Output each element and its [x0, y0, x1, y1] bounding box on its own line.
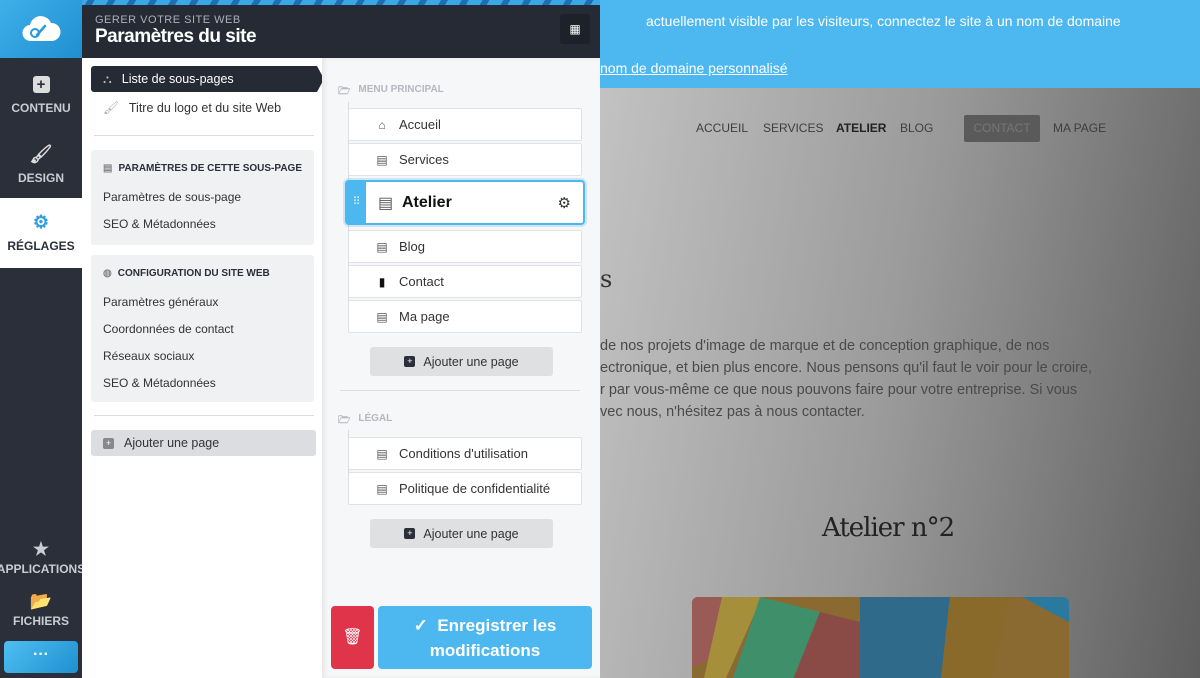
site-nav-accueil[interactable]: ACCUEIL [696, 121, 748, 135]
app-rail: + CONTENU 🖌 DESIGN ⚙ RÉGLAGES ★ APPLICATIONS… [0, 0, 85, 678]
link-general-settings[interactable]: Paramètres généraux [91, 289, 314, 316]
plus-square-icon: + [404, 356, 416, 367]
divider [94, 135, 314, 136]
site-nav-contact[interactable]: CONTACT [964, 115, 1040, 142]
rail-item-applications[interactable]: ★ APPLICATIONS [0, 536, 85, 580]
link-subpage-seo[interactable]: SEO & Métadonnées [91, 211, 314, 238]
plus-square-icon: + [32, 75, 50, 93]
delete-button[interactable]: 🗑 [331, 606, 374, 669]
folder-icon: 🗁 [338, 86, 351, 97]
sitemap-icon: ⛬ [103, 71, 112, 86]
domain-banner: actuellement visible par les visiteurs, … [600, 0, 1200, 88]
add-legal-page-button[interactable]: + Ajouter une page [370, 519, 553, 548]
trash-icon: 🗑 [342, 629, 363, 646]
heading-fragment: s [600, 265, 613, 293]
pages-panel: 🗁 MENU PRINCIPAL ⌂ Accueil ▤ Services ⠿ ▤ A… [322, 58, 600, 678]
document-icon: ▤ [376, 309, 388, 324]
cloud-logo-icon [22, 16, 61, 42]
site-nav-blog[interactable]: BLOG [900, 121, 933, 135]
stripe-decoration [82, 0, 646, 5]
document-icon: ▤ [376, 446, 388, 461]
page-item-privacy[interactable]: ▤ Politique de confidentialité [348, 472, 582, 505]
divider [340, 390, 580, 391]
document-icon: ▤ [103, 163, 113, 174]
page-item-contact[interactable]: ▮ Contact [348, 265, 582, 298]
qr-code-icon[interactable]: ▦ [560, 14, 590, 44]
header-kicker: GERER VOTRE SITE WEB [95, 14, 241, 26]
intro-paragraph: de nos projets d'image de marque et de c… [600, 338, 1093, 420]
globe-icon: ◍ [103, 268, 112, 279]
plus-square-icon: + [404, 528, 416, 539]
link-social-networks[interactable]: Réseaux sociaux [91, 343, 314, 370]
site-preview: actuellement visible par les visiteurs, … [600, 0, 1200, 678]
folder-icon: 📂 [29, 591, 53, 611]
site-config-box: ◍ CONFIGURATION DU SITE WEB Paramètres gé… [91, 255, 314, 402]
plus-square-icon: + [103, 437, 114, 449]
rail-item-design[interactable]: 🖌 DESIGN [0, 132, 82, 198]
link-subpage-settings[interactable]: Paramètres de sous-page [91, 184, 314, 211]
divider [94, 415, 314, 416]
page-item-ma-page[interactable]: ▤ Ma page [348, 300, 582, 333]
section-title: Atelier n°2 [822, 513, 955, 543]
save-button[interactable]: ✓ Enregistrer les modifications [378, 606, 592, 669]
add-menu-page-button[interactable]: + Ajouter une page [370, 347, 553, 376]
brush-icon: 🖌 [29, 144, 53, 164]
link-contact-details[interactable]: Coordonnées de contact [91, 316, 314, 343]
star-icon: ★ [32, 539, 50, 559]
more-button[interactable]: ··· [4, 641, 78, 673]
link-site-seo[interactable]: SEO & Métadonnées [91, 370, 314, 397]
page-item-accueil[interactable]: ⌂ Accueil [348, 108, 582, 141]
add-page-button[interactable]: + Ajouter une page [91, 430, 316, 456]
panel-header: GERER VOTRE SITE WEB Paramètres du site … [82, 0, 646, 58]
document-filled-icon: ▮ [378, 274, 386, 289]
colorful-image [692, 597, 1069, 678]
subpage-settings-box: ▤ PARAMÈTRES DE CETTE SOUS-PAGE Paramètre… [91, 150, 314, 245]
home-icon: ⌂ [378, 117, 386, 132]
nav-logo-title[interactable]: 🖌 Titre du logo et du site Web [91, 95, 317, 121]
brush-icon: 🖌 [103, 100, 119, 115]
section-menu-principal: 🗁 MENU PRINCIPAL [338, 84, 444, 101]
abstract-shapes-image [692, 597, 1069, 678]
page-item-services[interactable]: ▤ Services [348, 143, 582, 176]
page-item-conditions[interactable]: ▤ Conditions d'utilisation [348, 437, 582, 470]
site-nav-atelier[interactable]: ATELIER [836, 121, 886, 135]
rail-item-fichiers[interactable]: 📂 FICHIERS [0, 590, 82, 630]
settings-nav-panel: ⛬ Liste de sous-pages 🖌 Titre du logo et d… [82, 58, 324, 678]
page-title: Paramètres du site [95, 26, 257, 47]
nav-subpage-list[interactable]: ⛬ Liste de sous-pages [91, 66, 317, 92]
rail-item-reglages[interactable]: ⚙ RÉGLAGES [0, 198, 82, 268]
gear-icon[interactable]: ⚙ [558, 194, 571, 212]
site-nav-ma-page[interactable]: MA PAGE [1053, 121, 1106, 135]
rail-item-contenu[interactable]: + CONTENU [0, 62, 82, 128]
check-icon: ✓ [413, 616, 438, 635]
section-legal: 🗁 LÉGAL [338, 413, 392, 430]
document-icon: ▤ [376, 481, 388, 496]
document-icon: ▤ [378, 194, 394, 212]
gears-icon: ⚙ [32, 212, 50, 232]
site-nav-services[interactable]: SERVICES [763, 121, 823, 135]
document-icon: ▤ [376, 152, 388, 167]
page-item-blog[interactable]: ▤ Blog [348, 230, 582, 263]
folder-icon: 🗁 [338, 415, 351, 426]
drag-handle-icon[interactable]: ⠿ [347, 182, 366, 223]
logo[interactable] [0, 0, 82, 58]
custom-domain-link[interactable]: nom de domaine personnalisé [600, 60, 788, 76]
document-icon: ▤ [376, 239, 388, 254]
page-item-atelier-selected[interactable]: ⠿ ▤ Atelier ⚙ [345, 180, 585, 225]
